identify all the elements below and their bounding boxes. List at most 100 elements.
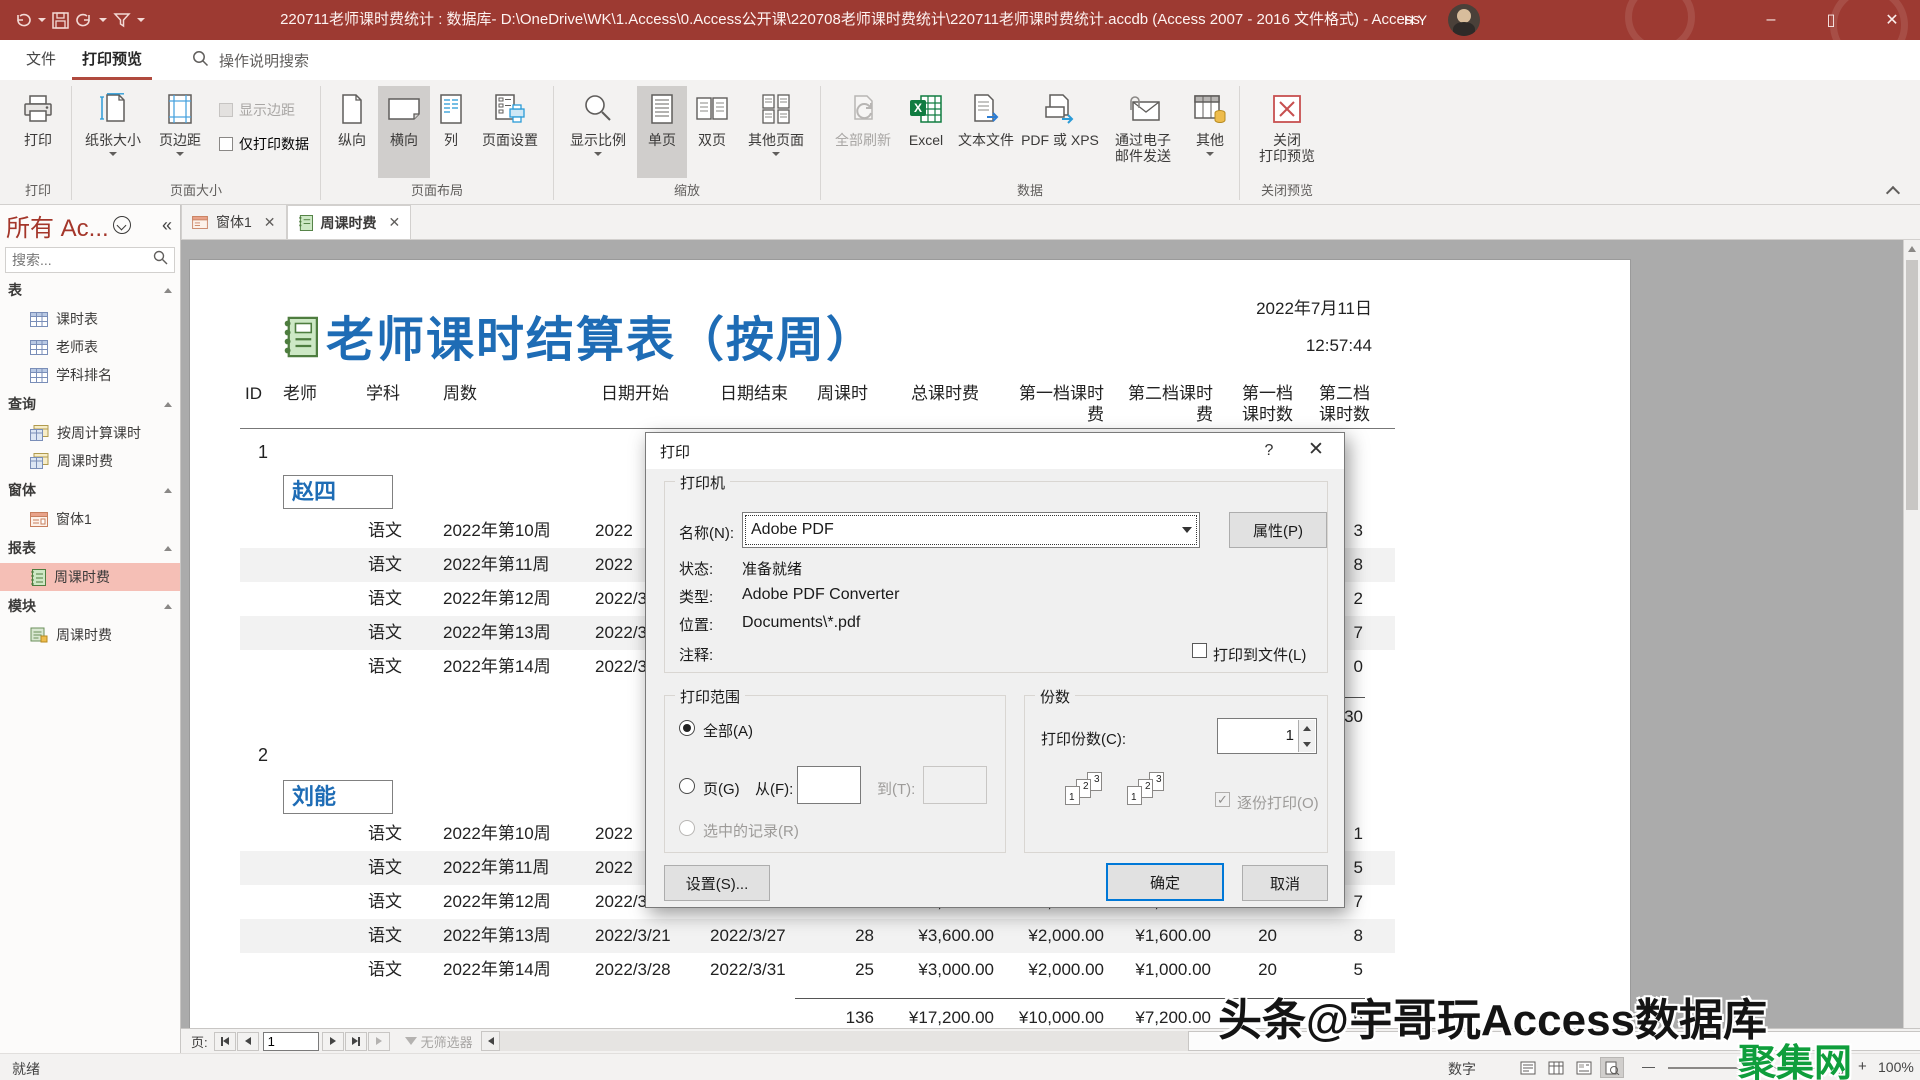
save-icon[interactable] bbox=[52, 11, 69, 29]
two-pages-button[interactable]: 双页 bbox=[687, 86, 737, 178]
print-dialog-titlebar[interactable]: 打印 bbox=[646, 433, 1344, 469]
export-excel-button[interactable]: X Excel bbox=[900, 86, 952, 178]
nav-item-table-laoshibiao[interactable]: 老师表 bbox=[0, 333, 180, 361]
nav-item-table-keshibiao[interactable]: 课时表 bbox=[0, 305, 180, 333]
page-number-input[interactable] bbox=[262, 1031, 319, 1051]
landscape-button[interactable]: 横向 bbox=[378, 86, 430, 178]
new-page-button[interactable] bbox=[367, 1031, 390, 1051]
table-icon bbox=[30, 367, 48, 383]
refresh-all-button[interactable]: 全部刷新 bbox=[826, 86, 900, 178]
avatar[interactable] bbox=[1448, 4, 1480, 36]
datasheet-view-icon[interactable] bbox=[1544, 1057, 1568, 1078]
one-page-button[interactable]: 单页 bbox=[637, 86, 687, 178]
qat-customize-icon[interactable] bbox=[137, 18, 145, 22]
email-button[interactable]: 通过电子 邮件发送 bbox=[1100, 86, 1186, 178]
page-setup-button[interactable]: 页面设置 bbox=[472, 86, 548, 178]
from-page-input[interactable] bbox=[797, 766, 861, 804]
account-name[interactable]: H Y bbox=[1404, 0, 1427, 40]
nav-section-forms[interactable]: 窗体 bbox=[0, 477, 180, 503]
shutter-bar-close-icon[interactable]: « bbox=[162, 215, 172, 236]
nav-pane-header[interactable]: 所有 Ac... « bbox=[0, 207, 180, 243]
margins-button[interactable]: 页边距 bbox=[149, 86, 211, 178]
layout-view-icon[interactable] bbox=[1572, 1057, 1596, 1078]
nav-menu-icon[interactable] bbox=[112, 216, 131, 234]
collate-label: 逐份打印(O) bbox=[1237, 795, 1319, 812]
nav-section-reports[interactable]: 报表 bbox=[0, 535, 180, 561]
range-selection-radio[interactable] bbox=[679, 820, 695, 836]
columns-button[interactable]: 列 bbox=[430, 86, 472, 178]
zoom-in-button[interactable]: + bbox=[1858, 1058, 1867, 1075]
search-icon[interactable] bbox=[153, 250, 174, 270]
spin-down-icon[interactable] bbox=[1298, 736, 1315, 752]
paper-size-button[interactable]: 纸张大小 bbox=[77, 86, 149, 178]
to-page-input[interactable] bbox=[923, 766, 987, 804]
prev-page-button[interactable] bbox=[236, 1031, 259, 1051]
setup-button[interactable]: 设置(S)... bbox=[664, 865, 770, 901]
vertical-scrollbar[interactable] bbox=[1903, 240, 1920, 1028]
filter-icon[interactable] bbox=[113, 12, 131, 28]
undo-dropdown-icon[interactable] bbox=[38, 18, 46, 22]
show-margins-checkbox[interactable]: 显示边距 bbox=[219, 100, 309, 120]
range-all-radio[interactable] bbox=[679, 720, 695, 736]
close-tab-icon[interactable]: ✕ bbox=[260, 214, 276, 231]
zoom-button[interactable]: 显示比例 bbox=[559, 86, 637, 178]
dialog-help-button[interactable]: ? bbox=[1250, 433, 1288, 469]
nav-item-query-zhoukeshifei[interactable]: 周课时费 bbox=[0, 447, 180, 475]
nav-item-module-zhoukeshifei[interactable]: 周课时费 bbox=[0, 621, 180, 649]
nav-search-box[interactable] bbox=[5, 247, 175, 273]
scrollbar-thumb[interactable] bbox=[1906, 260, 1918, 510]
export-text-button[interactable]: 文本文件 bbox=[952, 86, 1020, 178]
range-pages-radio[interactable] bbox=[679, 778, 695, 794]
redo-dropdown-icon[interactable] bbox=[99, 18, 107, 22]
more-export-button[interactable]: 其他 bbox=[1186, 86, 1234, 178]
first-page-button[interactable] bbox=[213, 1031, 236, 1051]
tell-me-search[interactable]: 操作说明搜索 bbox=[192, 40, 309, 80]
nav-search-input[interactable] bbox=[6, 251, 153, 269]
copies-spinner[interactable]: 1 bbox=[1217, 718, 1317, 754]
ok-button[interactable]: 确定 bbox=[1106, 863, 1224, 901]
nav-item-query-anzhou[interactable]: 按周计算课时 bbox=[0, 419, 180, 447]
spin-up-icon[interactable] bbox=[1298, 720, 1315, 736]
print-data-only-checkbox[interactable]: 仅打印数据 bbox=[219, 134, 309, 154]
query-icon bbox=[30, 453, 49, 469]
scroll-left-icon[interactable] bbox=[481, 1031, 500, 1051]
nav-section-modules[interactable]: 模块 bbox=[0, 593, 180, 619]
refresh-all-label: 全部刷新 bbox=[835, 132, 891, 148]
tab-print-preview[interactable]: 打印预览 bbox=[72, 40, 153, 80]
undo-icon[interactable] bbox=[14, 12, 32, 28]
report-view-icon[interactable] bbox=[1516, 1057, 1540, 1078]
tab-file[interactable]: 文件 bbox=[18, 40, 64, 80]
dialog-close-button[interactable]: ✕ bbox=[1296, 433, 1336, 469]
close-tab-icon[interactable]: ✕ bbox=[385, 214, 401, 231]
printer-name-combobox[interactable]: Adobe PDF bbox=[742, 512, 1200, 548]
collate-checkbox[interactable]: ✓ bbox=[1215, 792, 1230, 807]
more-pages-button[interactable]: 其他页面 bbox=[737, 86, 815, 178]
nav-item-form-chuangti1[interactable]: 窗体1 bbox=[0, 505, 180, 533]
close-button[interactable]: ✕ bbox=[1866, 0, 1918, 40]
properties-button[interactable]: 属性(P) bbox=[1229, 512, 1327, 548]
zoom-percentage[interactable]: 100% bbox=[1878, 1059, 1914, 1075]
next-page-button[interactable] bbox=[321, 1031, 344, 1051]
nav-section-queries[interactable]: 查询 bbox=[0, 391, 180, 417]
nav-item-report-zhoukeshifei[interactable]: 周课时费 bbox=[0, 563, 180, 591]
redo-icon[interactable] bbox=[75, 12, 93, 28]
portrait-button[interactable]: 纵向 bbox=[326, 86, 378, 178]
tab-weekly-fee-report[interactable]: 周课时费 ✕ bbox=[286, 205, 412, 239]
cancel-button[interactable]: 取消 bbox=[1242, 865, 1328, 901]
chevron-down-icon[interactable] bbox=[1175, 513, 1199, 547]
restore-button[interactable]: ▯ bbox=[1805, 0, 1857, 40]
nav-section-tables[interactable]: 表 bbox=[0, 277, 180, 303]
collapse-ribbon-icon[interactable] bbox=[1886, 186, 1900, 196]
tab-form1[interactable]: 窗体1 ✕ bbox=[181, 205, 287, 239]
print-to-file-checkbox[interactable] bbox=[1192, 643, 1207, 658]
last-page-button[interactable] bbox=[344, 1031, 367, 1051]
filter-status[interactable]: 无筛选器 bbox=[404, 1032, 473, 1051]
scroll-up-icon[interactable] bbox=[1908, 246, 1916, 252]
print-button[interactable]: 打印 bbox=[10, 86, 66, 178]
minimize-button[interactable]: – bbox=[1745, 0, 1797, 40]
nav-item-table-xuekepaiming[interactable]: 学科排名 bbox=[0, 361, 180, 389]
zoom-out-button[interactable]: — bbox=[1642, 1059, 1655, 1074]
print-preview-view-icon[interactable] bbox=[1600, 1057, 1624, 1078]
export-pdf-button[interactable]: PDF 或 XPS bbox=[1020, 86, 1100, 178]
close-print-preview-button[interactable]: 关闭 打印预览 bbox=[1245, 86, 1329, 178]
